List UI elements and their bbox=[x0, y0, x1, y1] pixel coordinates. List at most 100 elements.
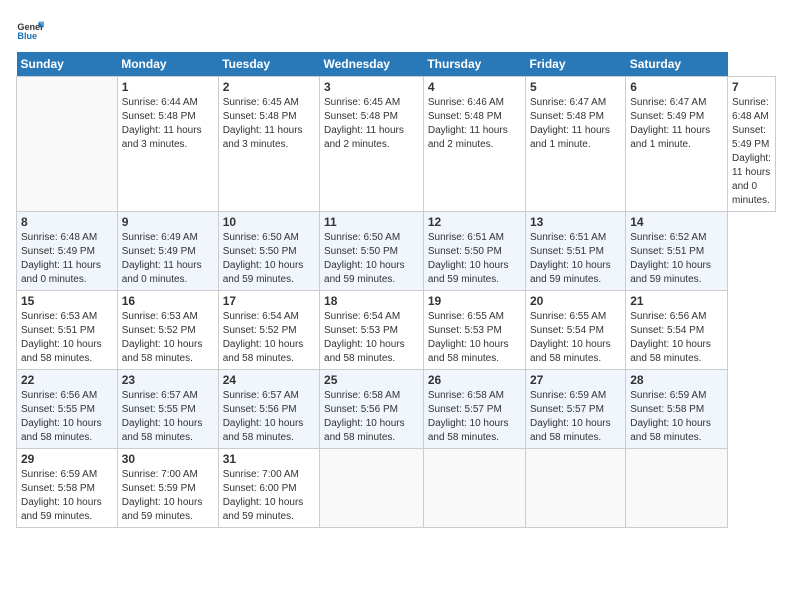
day-number: 1 bbox=[122, 80, 214, 94]
calendar-day-cell: 24Sunrise: 6:57 AM Sunset: 5:56 PM Dayli… bbox=[218, 370, 319, 449]
calendar-day-cell: 20 Sunrise: 6:55 AM Sunset: 5:54 PM Dayli… bbox=[526, 291, 626, 370]
calendar-day-cell: 28 Sunrise: 6:59 AM Sunset: 5:58 PM Dayli… bbox=[626, 370, 728, 449]
calendar-day-cell: 8 Sunrise: 6:48 AM Sunset: 5:49 PM Daylig… bbox=[17, 212, 118, 291]
day-info: Sunrise: 7:00 AM Sunset: 6:00 PM Dayligh… bbox=[223, 468, 315, 524]
day-info: Sunrise: 6:45 AM Sunset: 5:48 PM Dayligh… bbox=[324, 96, 419, 152]
day-number: 18 bbox=[324, 294, 419, 308]
calendar-day-cell: 13 Sunrise: 6:51 AM Sunset: 5:51 PM Dayli… bbox=[526, 212, 626, 291]
calendar-day-cell: 6 Sunrise: 6:47 AM Sunset: 5:49 PM Daylig… bbox=[626, 77, 728, 212]
calendar-week-row: 29 Sunrise: 6:59 AM Sunset: 5:58 PM Dayli… bbox=[17, 449, 776, 528]
column-header-friday: Friday bbox=[526, 52, 626, 77]
day-number: 5 bbox=[530, 80, 621, 94]
calendar-day-cell: 2Sunrise: 6:45 AM Sunset: 5:48 PM Daylig… bbox=[218, 77, 319, 212]
day-number: 19 bbox=[428, 294, 521, 308]
day-number: 22 bbox=[21, 373, 113, 387]
day-info: Sunrise: 6:48 AM Sunset: 5:49 PM Dayligh… bbox=[732, 96, 771, 208]
day-number: 25 bbox=[324, 373, 419, 387]
day-number: 23 bbox=[122, 373, 214, 387]
empty-cell bbox=[423, 449, 525, 528]
calendar-day-cell: 26 Sunrise: 6:58 AM Sunset: 5:57 PM Dayli… bbox=[423, 370, 525, 449]
day-info: Sunrise: 6:59 AM Sunset: 5:57 PM Dayligh… bbox=[530, 389, 621, 445]
column-header-thursday: Thursday bbox=[423, 52, 525, 77]
empty-cell bbox=[320, 449, 424, 528]
calendar-day-cell: 3 Sunrise: 6:45 AM Sunset: 5:48 PM Daylig… bbox=[320, 77, 424, 212]
day-info: Sunrise: 7:00 AM Sunset: 5:59 PM Dayligh… bbox=[122, 468, 214, 524]
day-number: 27 bbox=[530, 373, 621, 387]
day-info: Sunrise: 6:44 AM Sunset: 5:48 PM Dayligh… bbox=[122, 96, 214, 152]
day-number: 2 bbox=[223, 80, 315, 94]
day-info: Sunrise: 6:49 AM Sunset: 5:49 PM Dayligh… bbox=[122, 231, 214, 287]
day-number: 11 bbox=[324, 215, 419, 229]
column-header-monday: Monday bbox=[117, 52, 218, 77]
day-number: 16 bbox=[122, 294, 214, 308]
day-info: Sunrise: 6:59 AM Sunset: 5:58 PM Dayligh… bbox=[630, 389, 723, 445]
day-number: 13 bbox=[530, 215, 621, 229]
calendar-day-cell: 11 Sunrise: 6:50 AM Sunset: 5:50 PM Dayli… bbox=[320, 212, 424, 291]
day-number: 4 bbox=[428, 80, 521, 94]
day-number: 28 bbox=[630, 373, 723, 387]
column-header-saturday: Saturday bbox=[626, 52, 728, 77]
calendar-week-row: 1 Sunrise: 6:44 AM Sunset: 5:48 PM Daylig… bbox=[17, 77, 776, 212]
empty-cell bbox=[17, 77, 118, 212]
day-number: 10 bbox=[223, 215, 315, 229]
day-number: 15 bbox=[21, 294, 113, 308]
day-info: Sunrise: 6:47 AM Sunset: 5:49 PM Dayligh… bbox=[630, 96, 723, 152]
calendar-day-cell: 9 Sunrise: 6:49 AM Sunset: 5:49 PM Daylig… bbox=[117, 212, 218, 291]
column-header-wednesday: Wednesday bbox=[320, 52, 424, 77]
day-number: 3 bbox=[324, 80, 419, 94]
day-info: Sunrise: 6:57 AM Sunset: 5:55 PM Dayligh… bbox=[122, 389, 214, 445]
page-header: General Blue bbox=[16, 16, 776, 44]
calendar-week-row: 15 Sunrise: 6:53 AM Sunset: 5:51 PM Dayli… bbox=[17, 291, 776, 370]
calendar-day-cell: 15 Sunrise: 6:53 AM Sunset: 5:51 PM Dayli… bbox=[17, 291, 118, 370]
calendar-day-cell: 25 Sunrise: 6:58 AM Sunset: 5:56 PM Dayli… bbox=[320, 370, 424, 449]
day-info: Sunrise: 6:48 AM Sunset: 5:49 PM Dayligh… bbox=[21, 231, 113, 287]
day-info: Sunrise: 6:54 AM Sunset: 5:52 PM Dayligh… bbox=[223, 310, 315, 366]
day-info: Sunrise: 6:52 AM Sunset: 5:51 PM Dayligh… bbox=[630, 231, 723, 287]
calendar-day-cell: 18 Sunrise: 6:54 AM Sunset: 5:53 PM Dayli… bbox=[320, 291, 424, 370]
day-number: 31 bbox=[223, 452, 315, 466]
day-info: Sunrise: 6:55 AM Sunset: 5:54 PM Dayligh… bbox=[530, 310, 621, 366]
calendar-day-cell: 23 Sunrise: 6:57 AM Sunset: 5:55 PM Dayli… bbox=[117, 370, 218, 449]
day-number: 21 bbox=[630, 294, 723, 308]
day-info: Sunrise: 6:58 AM Sunset: 5:56 PM Dayligh… bbox=[324, 389, 419, 445]
day-info: Sunrise: 6:58 AM Sunset: 5:57 PM Dayligh… bbox=[428, 389, 521, 445]
calendar-day-cell: 17Sunrise: 6:54 AM Sunset: 5:52 PM Dayli… bbox=[218, 291, 319, 370]
day-number: 6 bbox=[630, 80, 723, 94]
column-header-sunday: Sunday bbox=[17, 52, 118, 77]
day-info: Sunrise: 6:50 AM Sunset: 5:50 PM Dayligh… bbox=[324, 231, 419, 287]
day-info: Sunrise: 6:53 AM Sunset: 5:52 PM Dayligh… bbox=[122, 310, 214, 366]
column-header-tuesday: Tuesday bbox=[218, 52, 319, 77]
calendar-day-cell: 1 Sunrise: 6:44 AM Sunset: 5:48 PM Daylig… bbox=[117, 77, 218, 212]
calendar-header-row: SundayMondayTuesdayWednesdayThursdayFrid… bbox=[17, 52, 776, 77]
calendar-day-cell: 16 Sunrise: 6:53 AM Sunset: 5:52 PM Dayli… bbox=[117, 291, 218, 370]
day-number: 7 bbox=[732, 80, 771, 94]
day-info: Sunrise: 6:55 AM Sunset: 5:53 PM Dayligh… bbox=[428, 310, 521, 366]
calendar-day-cell: 21 Sunrise: 6:56 AM Sunset: 5:54 PM Dayli… bbox=[626, 291, 728, 370]
calendar-day-cell: 12Sunrise: 6:51 AM Sunset: 5:50 PM Dayli… bbox=[423, 212, 525, 291]
day-info: Sunrise: 6:59 AM Sunset: 5:58 PM Dayligh… bbox=[21, 468, 113, 524]
logo: General Blue bbox=[16, 16, 44, 44]
day-number: 12 bbox=[428, 215, 521, 229]
day-number: 8 bbox=[21, 215, 113, 229]
day-number: 9 bbox=[122, 215, 214, 229]
calendar-day-cell: 10 Sunrise: 6:50 AM Sunset: 5:50 PM Dayli… bbox=[218, 212, 319, 291]
day-info: Sunrise: 6:50 AM Sunset: 5:50 PM Dayligh… bbox=[223, 231, 315, 287]
calendar-day-cell: 27 Sunrise: 6:59 AM Sunset: 5:57 PM Dayli… bbox=[526, 370, 626, 449]
logo-icon: General Blue bbox=[16, 16, 44, 44]
calendar-day-cell: 30 Sunrise: 7:00 AM Sunset: 5:59 PM Dayli… bbox=[117, 449, 218, 528]
day-number: 26 bbox=[428, 373, 521, 387]
calendar-day-cell: 14Sunrise: 6:52 AM Sunset: 5:51 PM Dayli… bbox=[626, 212, 728, 291]
day-info: Sunrise: 6:54 AM Sunset: 5:53 PM Dayligh… bbox=[324, 310, 419, 366]
calendar-day-cell: 29 Sunrise: 6:59 AM Sunset: 5:58 PM Dayli… bbox=[17, 449, 118, 528]
day-number: 29 bbox=[21, 452, 113, 466]
calendar-day-cell: 4Sunrise: 6:46 AM Sunset: 5:48 PM Daylig… bbox=[423, 77, 525, 212]
day-number: 24 bbox=[223, 373, 315, 387]
empty-cell bbox=[626, 449, 728, 528]
day-info: Sunrise: 6:56 AM Sunset: 5:55 PM Dayligh… bbox=[21, 389, 113, 445]
day-info: Sunrise: 6:56 AM Sunset: 5:54 PM Dayligh… bbox=[630, 310, 723, 366]
day-info: Sunrise: 6:53 AM Sunset: 5:51 PM Dayligh… bbox=[21, 310, 113, 366]
calendar-table: SundayMondayTuesdayWednesdayThursdayFrid… bbox=[16, 52, 776, 528]
day-number: 30 bbox=[122, 452, 214, 466]
day-info: Sunrise: 6:51 AM Sunset: 5:51 PM Dayligh… bbox=[530, 231, 621, 287]
day-number: 20 bbox=[530, 294, 621, 308]
